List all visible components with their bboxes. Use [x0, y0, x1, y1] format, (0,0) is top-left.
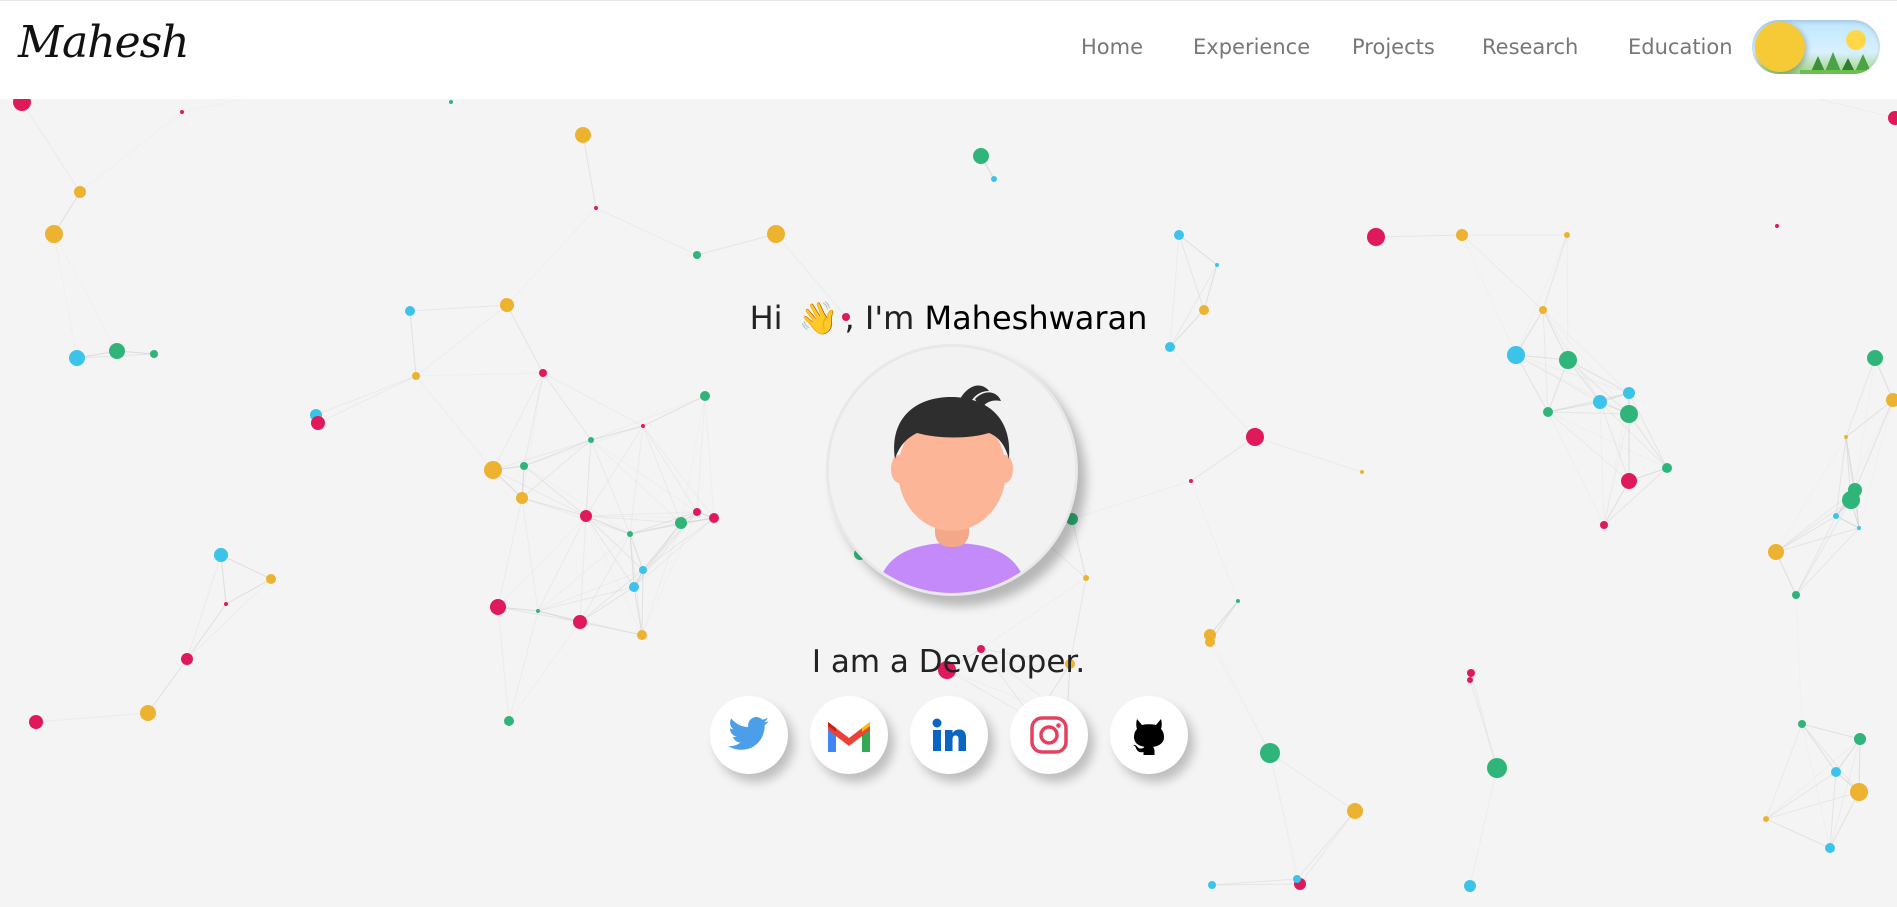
nav-item-research[interactable]: Research [1482, 35, 1578, 59]
nav-item-projects[interactable]: Projects [1352, 35, 1435, 59]
hero-section: Hi 👋, I'm Maheshwaran I am a Developer. [0, 98, 1897, 907]
nav-item-home[interactable]: Home [1081, 35, 1143, 59]
sun-icon [1846, 30, 1866, 50]
github-icon [1133, 719, 1164, 755]
social-links [0, 696, 1897, 780]
gmail-button[interactable] [810, 696, 888, 774]
instagram-button[interactable] [1010, 696, 1088, 774]
logo[interactable]: Mahesh [18, 13, 190, 73]
greeting-mid: , I'm [844, 299, 915, 337]
nav-item-education[interactable]: Education [1628, 35, 1733, 59]
toggle-knob[interactable] [1755, 22, 1805, 72]
twitter-icon [728, 717, 769, 750]
gmail-icon [828, 722, 870, 752]
navbar: Mahesh Home Experience Projects Research… [0, 0, 1897, 99]
greeting-name: Maheshwaran [924, 299, 1148, 337]
greeting: Hi 👋, I'm Maheshwaran [0, 296, 1897, 340]
avatar [826, 344, 1078, 596]
instagram-icon [1030, 716, 1068, 754]
github-button[interactable] [1110, 696, 1188, 774]
tagline: I am a Developer. [811, 644, 1086, 680]
linkedin-button[interactable] [910, 696, 988, 774]
linkedin-icon [932, 718, 966, 751]
trees-icon [1800, 52, 1880, 74]
twitter-button[interactable] [710, 696, 788, 774]
avatar-illustration [829, 347, 1075, 593]
nav-item-experience[interactable]: Experience [1193, 35, 1310, 59]
theme-toggle[interactable] [1752, 20, 1880, 74]
waving-hand-icon: 👋 [798, 299, 839, 337]
greeting-prefix: Hi [749, 299, 783, 337]
